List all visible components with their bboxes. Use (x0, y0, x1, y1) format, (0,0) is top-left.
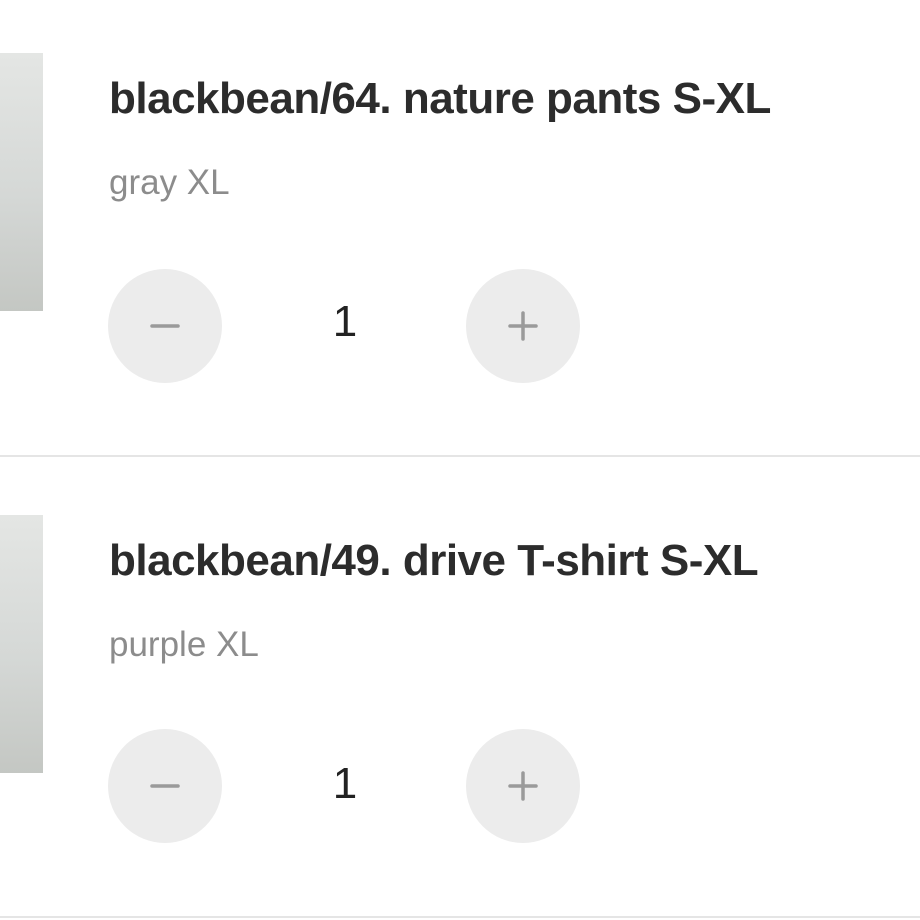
item-divider (0, 455, 920, 457)
decrease-quantity-button[interactable] (108, 729, 222, 843)
increase-quantity-button[interactable] (466, 729, 580, 843)
minus-icon (150, 784, 180, 788)
product-variant: purple XL (109, 625, 259, 664)
increase-quantity-button[interactable] (466, 269, 580, 383)
quantity-value: 1 (332, 759, 358, 808)
plus-icon (508, 311, 538, 341)
minus-icon (150, 324, 180, 328)
cart-list: blackbean/64. nature pants S-XL gray XL … (0, 0, 920, 920)
product-title[interactable]: blackbean/64. nature pants S-XL (109, 74, 771, 124)
cart-item: blackbean/64. nature pants S-XL gray XL … (0, 0, 920, 460)
product-title[interactable]: blackbean/49. drive T-shirt S-XL (109, 536, 759, 586)
decrease-quantity-button[interactable] (108, 269, 222, 383)
product-thumbnail[interactable] (0, 53, 43, 311)
item-divider (0, 916, 920, 918)
product-variant: gray XL (109, 163, 230, 202)
product-thumbnail[interactable] (0, 515, 43, 773)
plus-icon (508, 771, 538, 801)
quantity-value: 1 (332, 297, 358, 346)
cart-item: blackbean/49. drive T-shirt S-XL purple … (0, 460, 920, 920)
